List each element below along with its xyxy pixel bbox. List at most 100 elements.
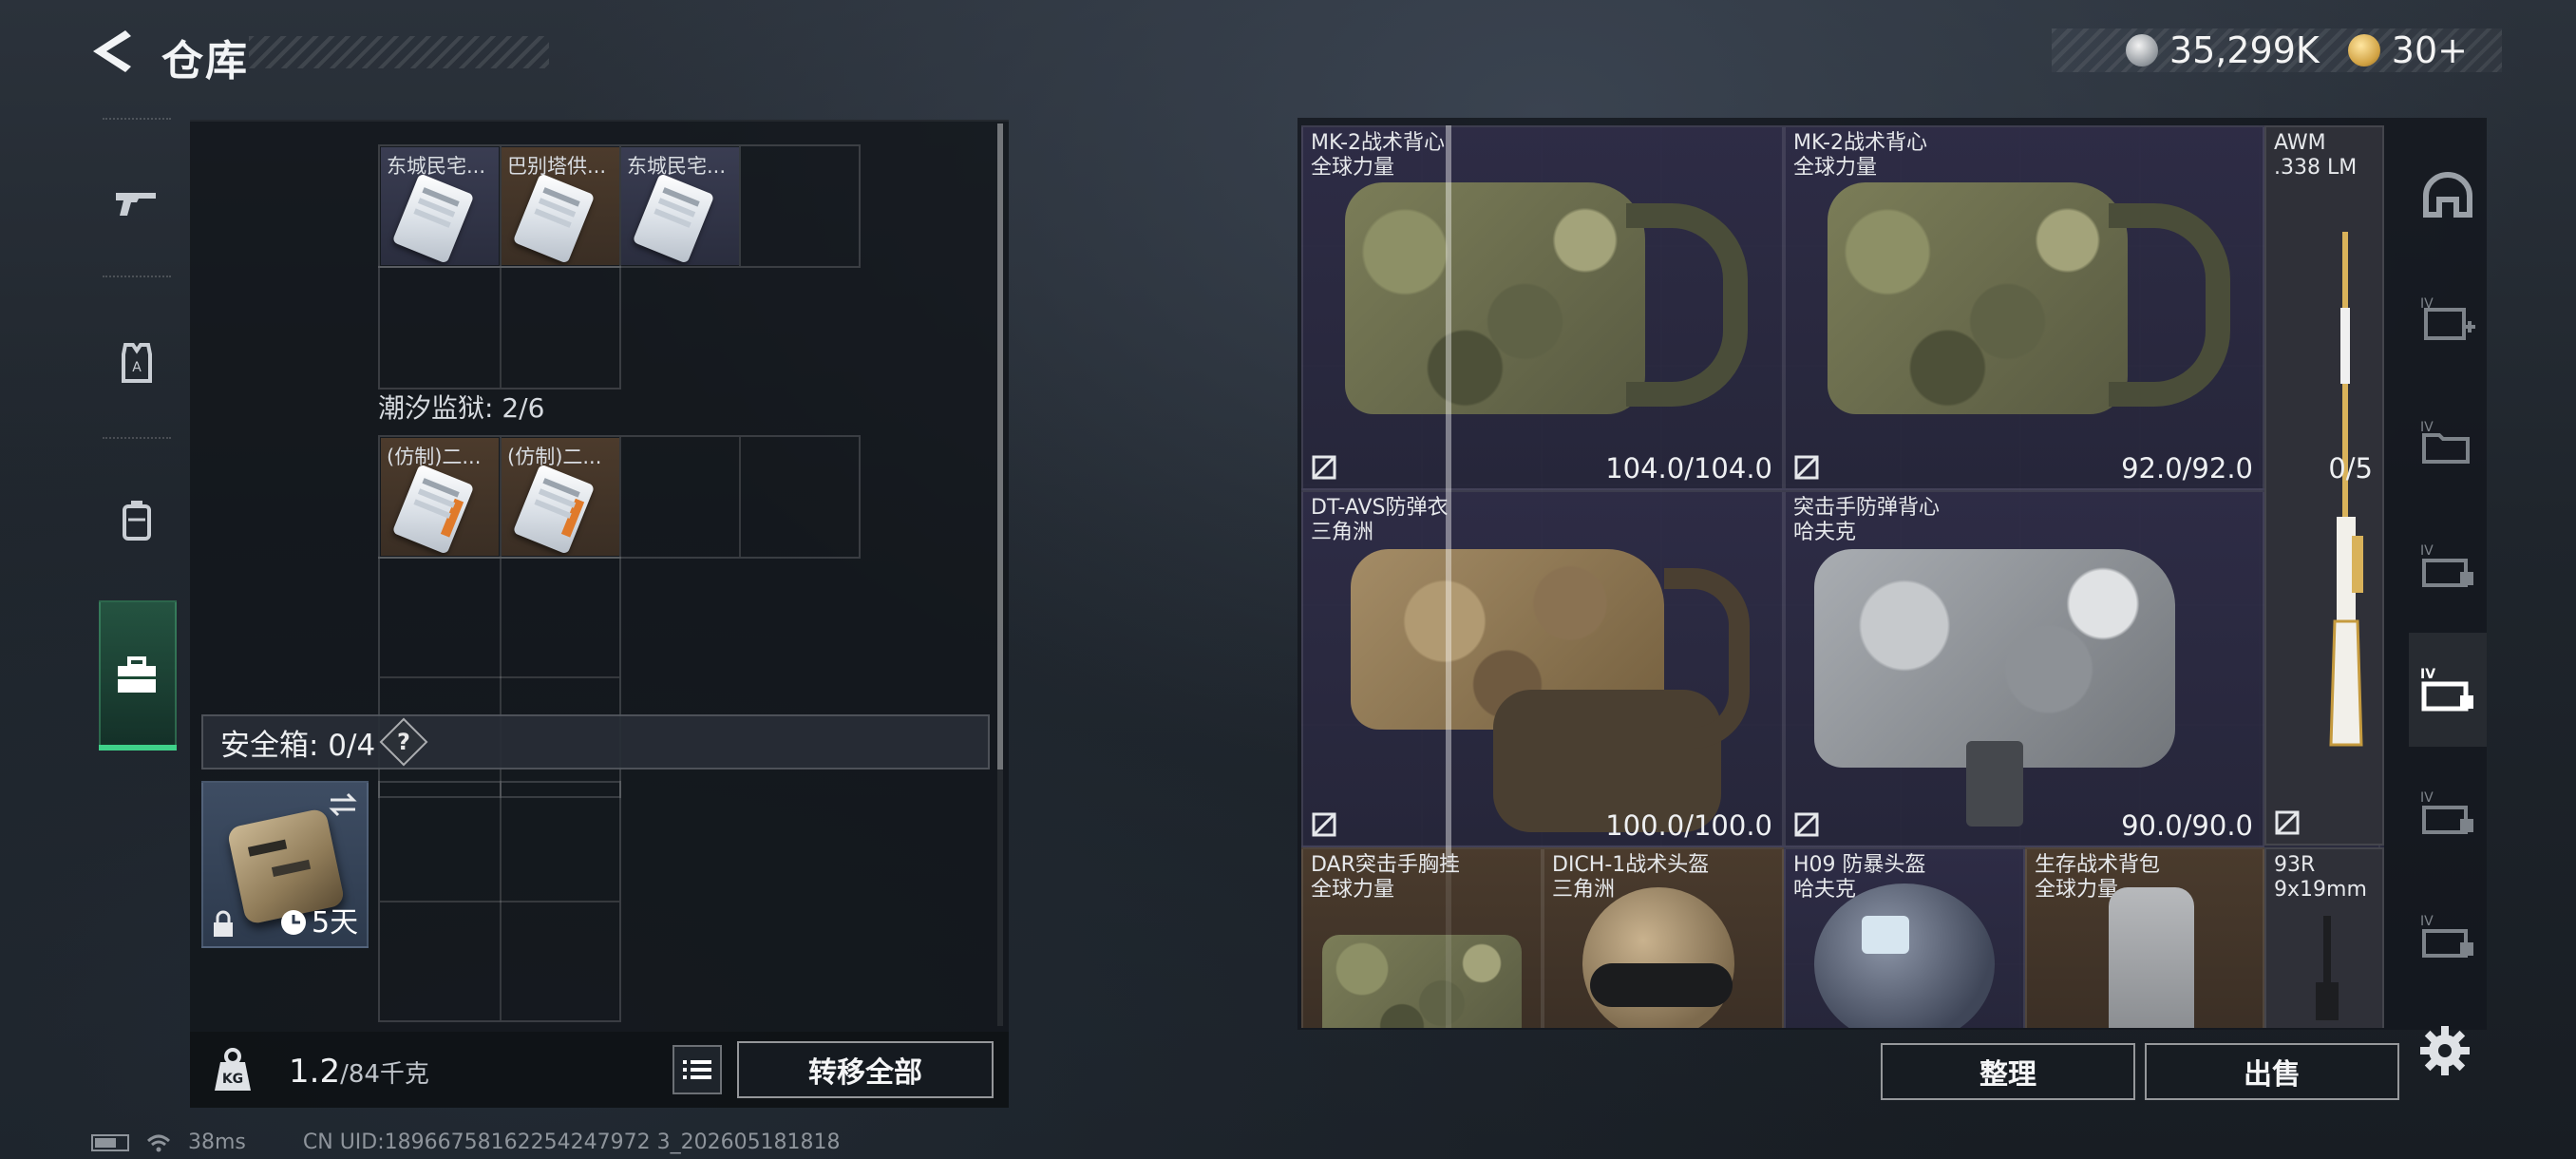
svg-text:IV: IV [2420, 420, 2434, 435]
stash-item-vest[interactable]: 突击手防弹背心 哈夫克 90.0/90.0 [1784, 490, 2264, 847]
section-title-prison: 潮汐监狱: 2/6 [378, 392, 545, 424]
keycard-icon [512, 464, 596, 555]
sell-button[interactable]: 出售 [2145, 1043, 2399, 1100]
no-drop-icon [1794, 455, 1819, 480]
category-tab-case-3[interactable]: IV [2409, 880, 2487, 994]
sidebar-tab-backpack[interactable] [91, 467, 182, 572]
case-iv-icon: IV [2420, 914, 2473, 958]
sort-button[interactable]: 整理 [1881, 1043, 2135, 1100]
wifi-icon [146, 1134, 171, 1151]
case-iv-icon: IV [2420, 543, 2473, 587]
storage-scroll-thumb[interactable] [997, 124, 1003, 770]
keycard-icon [632, 173, 715, 264]
sidebar-tab-storage[interactable] [91, 623, 182, 728]
item-label: 东城民宅... [387, 155, 486, 178]
stash-item-rifle[interactable]: AWM .338 LM 0/5 [2264, 125, 2384, 846]
category-tab-medical[interactable]: IV [2409, 262, 2487, 376]
safe-box-duration: 5天 [312, 906, 359, 940]
silver-currency-value: 35,299K [2169, 29, 2320, 71]
sidebar-divider [103, 118, 171, 120]
sidebar-tab-weapons[interactable] [91, 150, 182, 255]
safe-box-item[interactable]: 5天 [201, 781, 369, 948]
vest-image [1345, 182, 1645, 414]
keycard-icon [391, 173, 475, 264]
stash-grid: MK-2战术背心 全球力量 104.0/104.0 MK-2战术背心 全球力量 92… [1301, 125, 2384, 1028]
item-name: 93R 9x19mm [2274, 853, 2367, 902]
category-tab-case-2[interactable]: IV [2409, 756, 2487, 870]
transfer-all-button[interactable]: 转移全部 [737, 1041, 994, 1098]
weight-kg-icon: KG [215, 1048, 251, 1091]
keycard-icon [391, 464, 475, 555]
grid-line [380, 901, 619, 902]
visor-image [1862, 916, 1909, 954]
sidebar-divider [103, 276, 171, 277]
weight-button[interactable]: KG [207, 1043, 258, 1096]
rifle-image [2329, 232, 2363, 747]
battery-icon [91, 1133, 129, 1151]
settings-button[interactable] [2416, 1022, 2473, 1079]
keycard-item[interactable]: 东城民宅... [621, 147, 739, 265]
backpack-image [2109, 887, 2194, 1028]
helmet-icon [2423, 172, 2472, 218]
currency-bar: 35,299K 30+ [2052, 28, 2502, 72]
stash-item-chest-rig[interactable]: DAR突击手胸挂 全球力量 [1301, 847, 1543, 1028]
stash-item-vest[interactable]: MK-2战术背心 全球力量 92.0/92.0 [1784, 125, 2264, 490]
pistol-image [2316, 916, 2339, 1020]
grid-line [739, 437, 741, 557]
stash-item-vest[interactable]: DT-AVS防弹衣 三角洲 100.0/100.0 [1301, 490, 1784, 847]
grid-line [619, 437, 621, 557]
list-view-button[interactable] [672, 1045, 722, 1094]
no-drop-icon [1312, 455, 1336, 480]
helmet-image [1814, 884, 1995, 1028]
gold-currency-value: 30+ [2391, 29, 2468, 71]
item-name: DT-AVS防弹衣 三角洲 [1311, 496, 1449, 544]
item-label: 巴别塔供... [507, 155, 607, 178]
stash-item-vest[interactable]: MK-2战术背心 全球力量 104.0/104.0 [1301, 125, 1784, 490]
item-name: DAR突击手胸挂 全球力量 [1311, 853, 1460, 902]
no-drop-icon [2275, 810, 2300, 835]
toolbox-icon [118, 656, 156, 693]
category-tab-folder[interactable]: IV [2409, 386, 2487, 500]
svg-text:KG: KG [222, 1072, 243, 1087]
vest-strap [1966, 741, 2023, 826]
keycard-item[interactable]: 巴别塔供... [502, 147, 619, 265]
item-label: (仿制)二... [387, 446, 482, 468]
back-arrow-icon [93, 30, 131, 72]
stash-item-backpack[interactable]: 生存战术背包 全球力量 [2025, 847, 2264, 1028]
stash-item-helmet[interactable]: DICH-1战术头盔 三角洲 [1543, 847, 1784, 1028]
svg-text:IV: IV [2420, 914, 2434, 929]
category-tab-helmet[interactable] [2409, 139, 2487, 253]
gun-icon [116, 193, 156, 216]
goggles-image [1590, 963, 1733, 1007]
grid-line [500, 268, 502, 388]
stash-item-helmet[interactable]: H09 防暴头盔 哈夫克 [1784, 847, 2025, 1028]
case-iv-icon: IV [2420, 790, 2473, 834]
weight-display: 1.2/84千克 [289, 1053, 429, 1091]
no-drop-icon [1312, 812, 1336, 837]
help-button[interactable]: ? [379, 717, 428, 767]
active-tab-indicator [99, 745, 177, 750]
sidebar-tab-armor[interactable]: A [91, 310, 182, 414]
silver-coin-icon [2125, 34, 2158, 66]
item-durability: 104.0/104.0 [1605, 452, 1772, 484]
item-name: 突击手防弹背心 哈夫克 [1793, 496, 1941, 544]
lock-icon [214, 910, 233, 937]
back-button[interactable] [87, 27, 137, 76]
stash-item-pistol[interactable]: 93R 9x19mm [2264, 847, 2384, 1028]
category-rail: IV IV IV IV IV IV [2409, 124, 2487, 1028]
stash-scroll-thumb[interactable] [1446, 125, 1451, 866]
item-label: (仿制)二... [507, 446, 602, 468]
title-decoration [249, 36, 549, 68]
gold-coin-icon [2347, 34, 2380, 66]
gear-icon [2420, 1026, 2470, 1075]
medkit-iv-icon: IV [2420, 296, 2475, 340]
weight-current: 1.2 [289, 1053, 341, 1091]
category-tab-case-1[interactable]: IV [2409, 509, 2487, 623]
page-title: 仓库 [161, 37, 249, 86]
keycard-item[interactable]: 东城民宅... [381, 147, 499, 265]
category-tab-case-active[interactable]: IV [2409, 633, 2487, 747]
keycard-item[interactable]: (仿制)二... [381, 438, 499, 556]
help-icon: ? [397, 728, 411, 755]
keycard-item[interactable]: (仿制)二... [502, 438, 619, 556]
grid-line [380, 676, 619, 678]
